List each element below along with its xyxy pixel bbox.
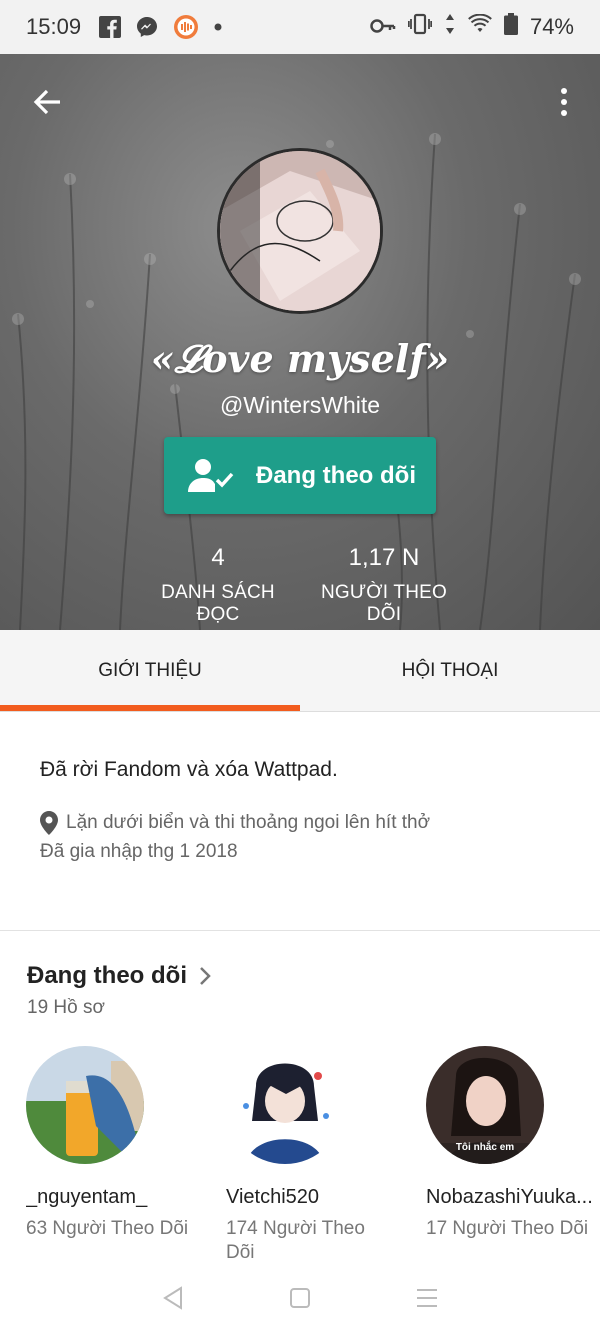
following-section: Đang theo dõi 19 Hồ sơ _nguyentam_ 63 Ng…	[0, 932, 600, 1265]
followed-profile-card[interactable]: Vietchi520 174 Người Theo Dõi	[226, 1046, 396, 1265]
back-arrow-icon	[33, 89, 60, 115]
followed-profile-card[interactable]: Tôi nhắc em NobazashiYuuka... 17 Người T…	[426, 1046, 596, 1241]
reading-lists-label: DANH SÁCH ĐỌC	[161, 582, 275, 625]
status-time: 15:09	[26, 14, 82, 39]
followed-avatar	[26, 1046, 144, 1164]
following-count: 19 Hồ sơ	[27, 997, 105, 1018]
status-bar: 15:09 74%	[0, 0, 600, 54]
dot-icon	[213, 22, 223, 32]
more-options-button[interactable]	[556, 84, 572, 120]
followed-name: Vietchi520	[226, 1186, 320, 1208]
more-vert-icon	[561, 88, 567, 116]
following-header-link[interactable]: Đang theo dõi	[27, 962, 211, 990]
reading-lists-stat[interactable]: 4 DANH SÁCH ĐỌC	[138, 544, 298, 626]
battery-percent: 74%	[529, 14, 574, 39]
followed-profile-card[interactable]: _nguyentam_ 63 Người Theo Dõi	[26, 1046, 196, 1241]
avatar-caption: Tôi nhắc em	[455, 1142, 515, 1153]
person-check-icon	[176, 456, 246, 496]
bio-text: Đã rời Fandom và xóa Wattpad.	[40, 758, 338, 781]
reading-lists-count: 4	[211, 544, 225, 571]
messenger-icon	[135, 15, 159, 39]
following-button-label: Đang theo dõi	[256, 461, 416, 489]
chevron-right-icon	[199, 966, 211, 986]
profile-avatar[interactable]	[217, 148, 383, 314]
followed-name: _nguyentam_	[26, 1186, 148, 1208]
profile-tabs: GIỚI THIỆU HỘI THOẠI	[0, 630, 600, 712]
facebook-icon	[99, 16, 122, 38]
following-toggle-button[interactable]: Đang theo dõi	[164, 437, 436, 514]
data-icon	[444, 13, 456, 41]
followed-follower-count: 63 Người Theo Dõi	[26, 1218, 189, 1239]
username-handle: @WintersWhite	[219, 392, 381, 418]
wifi-icon	[468, 13, 492, 40]
back-button[interactable]	[30, 84, 66, 120]
location-text: Lặn dưới biển và thi thoảng ngoi lên hít…	[66, 812, 431, 833]
profile-header: «𝓛ove myself» @WintersWhite Đang theo dõ…	[0, 54, 600, 630]
tab-conversations[interactable]: HỘI THOẠI	[300, 630, 600, 711]
nav-back-button[interactable]	[153, 1278, 193, 1318]
triangle-back-icon	[163, 1285, 183, 1310]
followed-name: NobazashiYuuka...	[426, 1186, 593, 1208]
followed-follower-count: 174 Người Theo Dõi	[226, 1218, 365, 1263]
hamburger-icon	[416, 1288, 437, 1307]
battery-icon	[503, 13, 518, 41]
nav-home-button[interactable]	[280, 1278, 320, 1318]
followed-avatar: Tôi nhắc em	[426, 1046, 544, 1164]
display-name: «𝓛ove myself»	[150, 336, 450, 381]
followed-avatar	[226, 1046, 344, 1164]
tab-about[interactable]: GIỚI THIỆU	[0, 630, 300, 711]
about-section: Đã rời Fandom và xóa Wattpad. Lặn dưới b…	[0, 713, 600, 931]
followers-stat[interactable]: 1,17 N NGƯỜI THEO DÕI	[304, 544, 464, 626]
followers-count: 1,17 N	[348, 544, 420, 571]
square-home-icon	[289, 1287, 310, 1308]
vibrate-icon	[407, 13, 433, 41]
location-pin-icon	[40, 811, 58, 835]
system-navigation-bar	[0, 1262, 600, 1333]
following-title: Đang theo dõi	[27, 962, 187, 989]
key-icon	[370, 14, 396, 40]
joined-date: Đã gia nhập thg 1 2018	[40, 841, 238, 862]
followed-follower-count: 17 Người Theo Dõi	[426, 1218, 589, 1239]
location-row: Lặn dưới biển và thi thoảng ngoi lên hít…	[40, 811, 430, 835]
podcast-icon	[173, 14, 199, 40]
nav-menu-button[interactable]	[407, 1278, 447, 1318]
followers-label: NGƯỜI THEO DÕI	[320, 582, 447, 625]
